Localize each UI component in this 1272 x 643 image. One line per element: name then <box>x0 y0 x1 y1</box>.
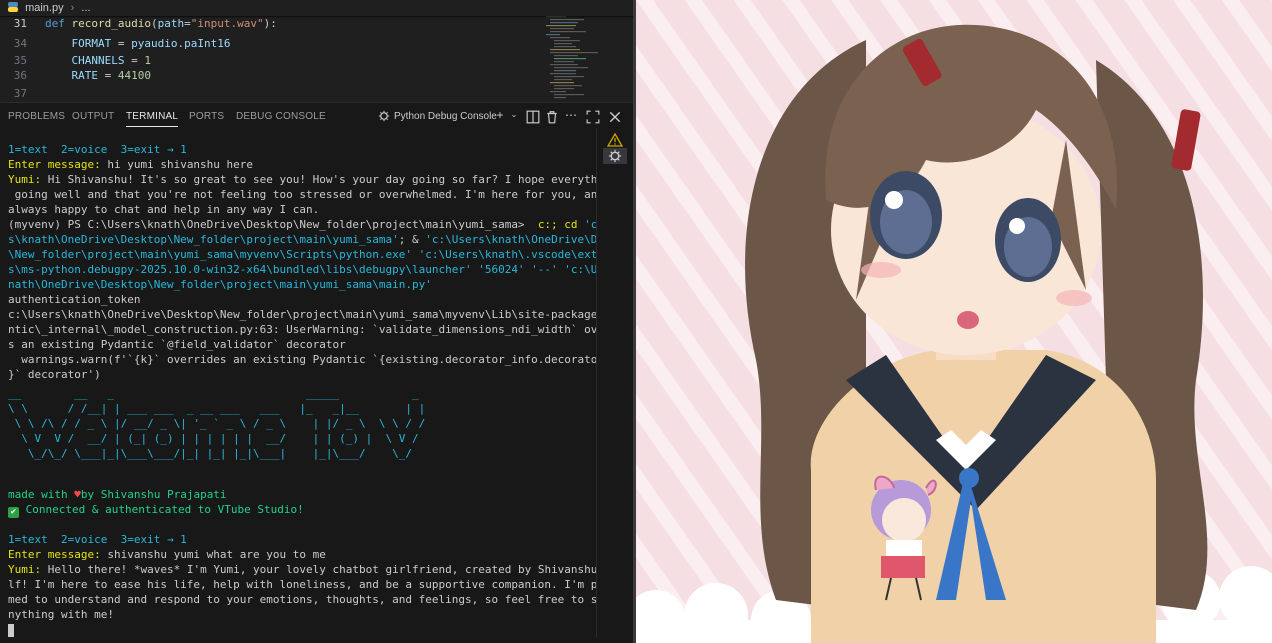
terminal-line: lf! I'm here to ease his life, help with… <box>8 578 633 591</box>
code-line[interactable]: 34 FORMAT = pyaudio.paInt16 <box>0 36 231 51</box>
terminal-line: Yumi: Hello there! *waves* I'm Yumi, you… <box>8 563 633 576</box>
code-token: = <box>184 17 191 30</box>
breadcrumb-file[interactable]: main.py <box>25 2 64 14</box>
line-number: 31 <box>13 17 27 30</box>
code-token: paInt16 <box>184 37 231 50</box>
code-token: record_audio <box>71 17 151 30</box>
close-icon[interactable] <box>608 110 622 124</box>
code-line[interactable]: 31 def record_audio(path="input.wav"): <box>0 16 277 31</box>
code-line[interactable]: 35 CHANNELS = 1 <box>0 53 151 68</box>
checkmark-icon: ✔ <box>8 507 19 518</box>
breadcrumb-more[interactable]: ... <box>81 2 90 14</box>
code-token: "input.wav" <box>190 17 264 30</box>
terminal-line: 1=text 2=voice 3=exit → 1 <box>8 143 187 156</box>
code-token: = <box>97 69 118 82</box>
code-token: FORMAT <box>45 37 112 50</box>
vscode-window: main.py › ... 31 def record_audio(path="i… <box>0 0 633 643</box>
split-icon[interactable] <box>526 110 540 124</box>
code-token: = <box>124 54 145 67</box>
vtuber-character-window <box>636 0 1272 643</box>
terminal-line: nything with me! <box>8 608 114 621</box>
breadcrumb-separator: › <box>70 2 75 14</box>
terminal-line: med to understand and respond to your em… <box>8 593 633 606</box>
terminal-line: ntic\_internal\_model_construction.py:63… <box>8 323 633 336</box>
terminal-line: ✔ Connected & authenticated to VTube Stu… <box>8 502 304 518</box>
maximize-icon[interactable] <box>586 110 600 124</box>
line-number: 35 <box>13 54 27 67</box>
terminal-tabs-rail <box>596 128 633 643</box>
code-token: 44100 <box>117 69 151 82</box>
terminal-cursor <box>8 624 14 637</box>
terminal-line: }` decorator') <box>8 368 101 381</box>
debug-icon <box>608 149 622 163</box>
terminal-output[interactable]: 1=text 2=voice 3=exit → 1 Enter message:… <box>0 128 633 643</box>
trash-icon[interactable] <box>545 110 559 124</box>
code-token: ( <box>150 17 158 30</box>
code-token: CHANNELS <box>45 54 125 67</box>
code-token: path <box>157 17 185 30</box>
terminal-line: always happy to chat and help in any way… <box>8 203 320 216</box>
code-token: 1 <box>144 54 151 67</box>
panel-tab-bar: PROBLEMS OUTPUT TERMINAL PORTS DEBUG CON… <box>0 102 633 129</box>
code-token: def <box>45 17 72 30</box>
tab-output[interactable]: OUTPUT <box>72 111 114 122</box>
line-number: 36 <box>13 69 27 82</box>
terminal-line: \New_folder\project\main\yumi_sama\myven… <box>8 248 633 261</box>
terminal-line: going well and that you're not feeling t… <box>8 188 631 201</box>
more-actions-icon[interactable]: ⋯ <box>564 108 578 122</box>
terminal-line: warnings.warn(f'`{k}` overrides an exist… <box>8 353 633 366</box>
line-number: 37 <box>13 87 27 100</box>
debug-terminal-tab[interactable] <box>603 148 627 164</box>
sticky-scroll-shadow <box>0 16 633 18</box>
terminal-line: made with ♥by Shivanshu Prajapati <box>8 488 227 501</box>
status-bar <box>0 637 633 643</box>
line-number: 34 <box>13 37 27 50</box>
tab-ports[interactable]: PORTS <box>189 111 224 122</box>
code-token: pyaudio <box>131 37 178 50</box>
ascii-art-banner: __ __ _ _____ _ \ \ / /__| | ___ ___ _ _… <box>8 387 426 460</box>
terminal-line: 1=text 2=voice 3=exit → 1 <box>8 533 187 546</box>
terminal-line: c:\Users\knath\OneDrive\Desktop\New_fold… <box>8 308 633 321</box>
terminal-line: Enter message: hi yumi shivanshu here <box>8 158 254 171</box>
terminal-line: (myvenv) PS C:\Users\knath\OneDrive\Desk… <box>8 218 633 231</box>
code-line[interactable]: 37 <box>0 86 45 101</box>
chevron-down-icon[interactable]: ⌄ <box>507 108 521 122</box>
minimap[interactable] <box>546 16 602 102</box>
code-token: RATE <box>45 69 98 82</box>
code-token: ): <box>263 17 277 30</box>
tab-debug-console[interactable]: DEBUG CONSOLE <box>236 111 326 122</box>
code-editor[interactable]: 31 def record_audio(path="input.wav"): 34 … <box>0 16 633 102</box>
anime-girl-illustration <box>636 0 1272 643</box>
terminal-line: authentication_token <box>8 293 141 306</box>
code-token: = <box>111 37 132 50</box>
warning-icon[interactable] <box>607 132 623 148</box>
terminal-line: Yumi: Hi Shivanshu! It's so great to see… <box>8 173 633 186</box>
terminal-line: s\ms-python.debugpy-2025.10.0-win32-x64\… <box>8 263 633 276</box>
heart-icon: ♥ <box>74 488 81 501</box>
terminal-line: Enter message: shivanshu yumi what are y… <box>8 548 326 561</box>
terminal-line: s an existing Pydantic `@field_validator… <box>8 338 346 351</box>
code-line[interactable]: 36 RATE = 44100 <box>0 68 151 83</box>
add-terminal-icon[interactable]: + <box>493 108 507 122</box>
tab-terminal[interactable]: TERMINAL <box>126 111 179 127</box>
terminal-line: s\knath\OneDrive\Desktop\New_folder\proj… <box>8 233 633 246</box>
tab-problems[interactable]: PROBLEMS <box>8 111 65 122</box>
debug-icon <box>378 110 390 122</box>
python-icon <box>8 2 18 12</box>
terminal-session-label[interactable]: Python Debug Console <box>394 111 497 122</box>
terminal-line: nath\OneDrive\Desktop\New_folder\project… <box>8 278 432 291</box>
breadcrumb: main.py › ... <box>0 0 633 16</box>
